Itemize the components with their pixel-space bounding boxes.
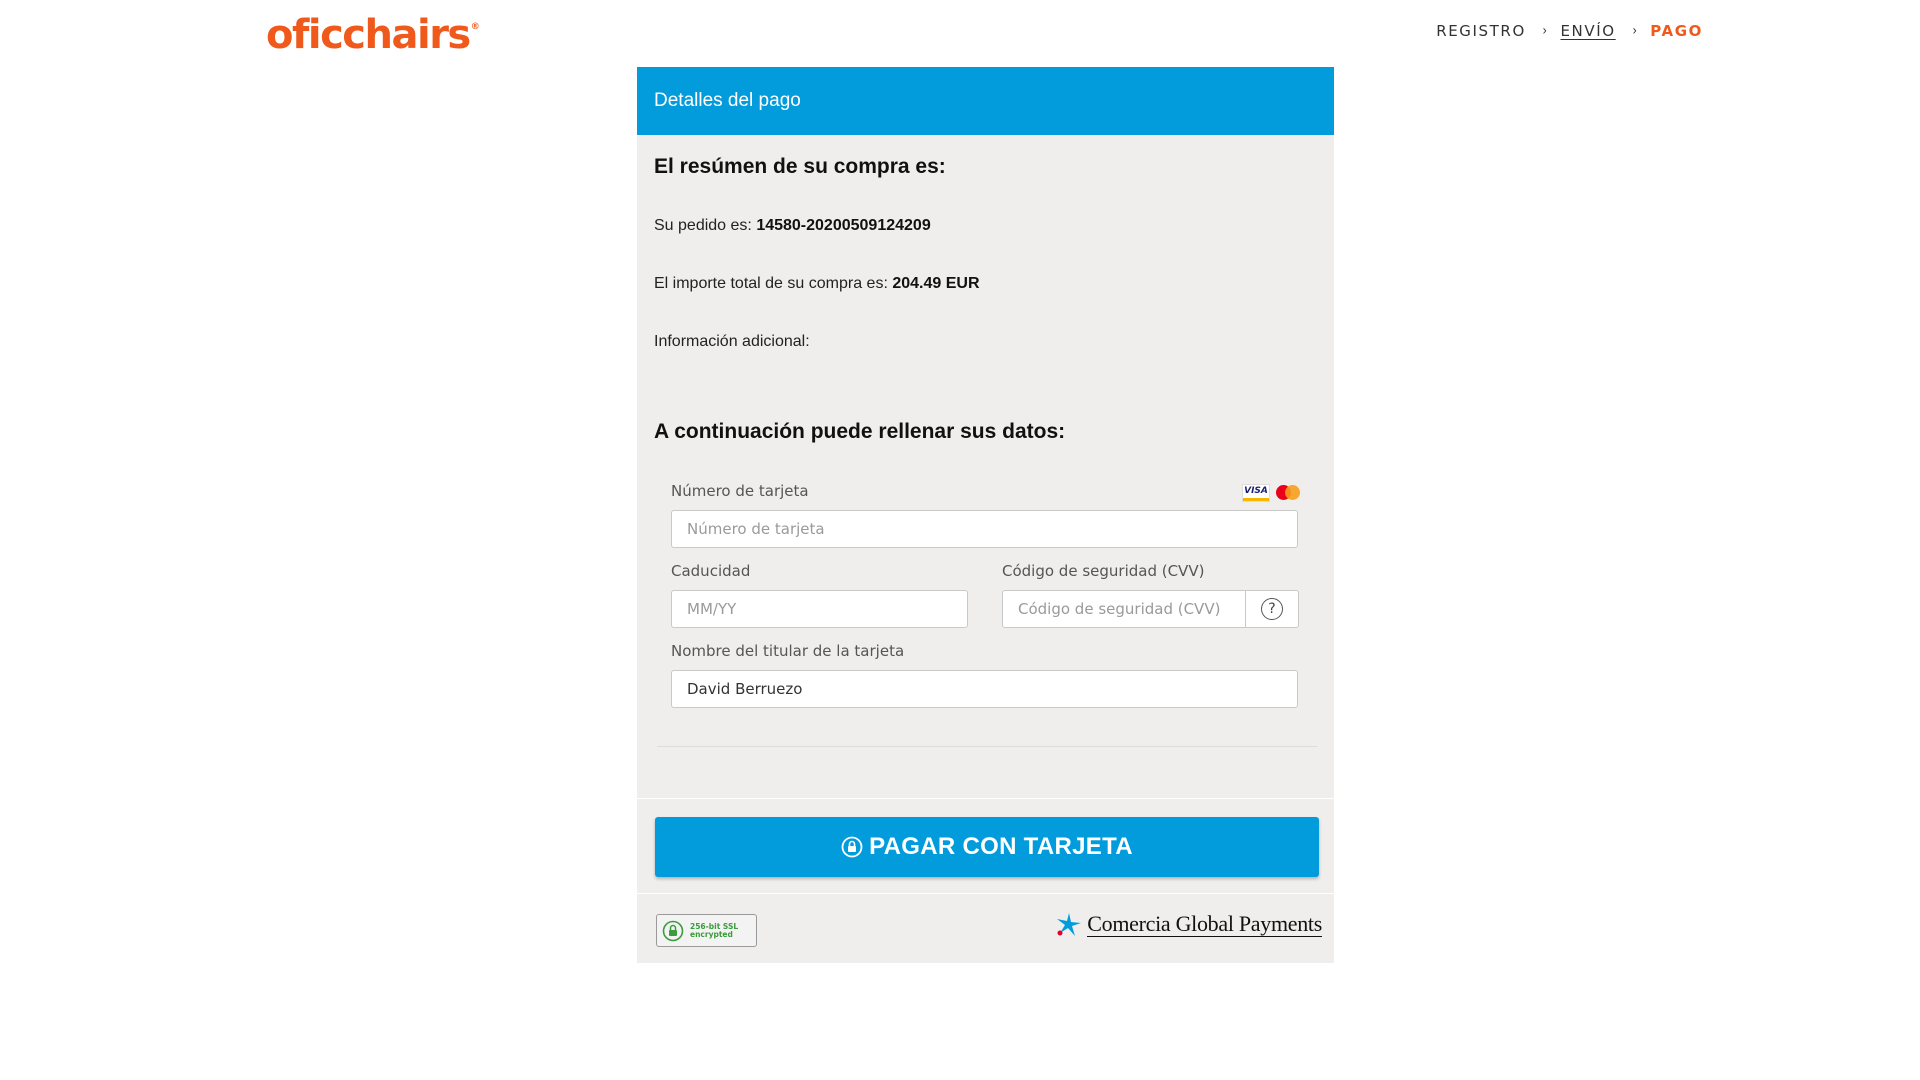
- holder-name-input[interactable]: [671, 670, 1298, 708]
- summary-heading: El resúmen de su compra es:: [654, 155, 946, 178]
- breadcrumb-step-pago: PAGO: [1650, 22, 1703, 40]
- expiry-input[interactable]: [671, 590, 968, 628]
- pay-with-card-button[interactable]: PAGAR CON TARJETA: [655, 817, 1319, 877]
- visa-icon: VISA: [1242, 484, 1270, 502]
- lock-icon: [841, 836, 863, 858]
- panel-header: Detalles del pago: [637, 67, 1334, 135]
- footer-separator: [637, 893, 1334, 894]
- ssl-line2: encrypted: [690, 929, 733, 939]
- ssl-text: 256-bit SSL encrypted: [690, 922, 738, 939]
- cvv-input[interactable]: [1002, 590, 1246, 628]
- registered-mark: ®: [470, 22, 480, 32]
- question-icon: ?: [1261, 598, 1283, 620]
- chevron-right-icon: ›: [1542, 23, 1547, 39]
- checkout-breadcrumb: REGISTRO › ENVÍO › PAGO: [1436, 22, 1703, 40]
- ssl-lock-icon: [662, 920, 684, 941]
- pay-button-label: PAGAR CON TARJETA: [869, 833, 1133, 860]
- section-separator: [637, 798, 1334, 799]
- amount-value: 204.49 EUR: [892, 275, 980, 292]
- expiry-label: Caducidad: [671, 562, 751, 580]
- card-number-input[interactable]: [671, 510, 1298, 548]
- card-number-label: Número de tarjeta: [671, 482, 809, 500]
- amount-line: El importe total de su compra es: 204.49…: [654, 275, 980, 293]
- holder-name-label: Nombre del titular de la tarjeta: [671, 642, 905, 660]
- form-heading: A continuación puede rellenar sus datos:: [654, 420, 1066, 443]
- form-divider: [657, 746, 1317, 747]
- chevron-right-icon: ›: [1632, 23, 1637, 39]
- order-number: 14580-20200509124209: [756, 217, 931, 234]
- breadcrumb-step-registro: REGISTRO: [1436, 22, 1526, 40]
- cvv-label: Código de seguridad (CVV): [1002, 562, 1205, 580]
- cvv-help-button[interactable]: ?: [1245, 590, 1299, 628]
- ssl-badge: 256-bit SSL encrypted: [656, 914, 757, 947]
- order-label: Su pedido es:: [654, 217, 752, 234]
- amount-label: El importe total de su compra es:: [654, 275, 888, 292]
- oficchairs-logo[interactable]: oficchairs®: [266, 12, 480, 58]
- comercia-global-payments-logo: Comercia Global Payments: [1055, 911, 1322, 937]
- provider-name: Comercia Global Payments: [1087, 910, 1322, 937]
- order-line: Su pedido es: 14580-20200509124209: [654, 217, 931, 235]
- additional-info-label: Información adicional:: [654, 333, 810, 350]
- breadcrumb-step-envio[interactable]: ENVÍO: [1560, 22, 1615, 40]
- card-logos: VISA: [1242, 484, 1301, 502]
- logo-text: oficchairs: [266, 12, 471, 58]
- mastercard-icon: [1275, 484, 1301, 502]
- star-icon: [1057, 913, 1082, 936]
